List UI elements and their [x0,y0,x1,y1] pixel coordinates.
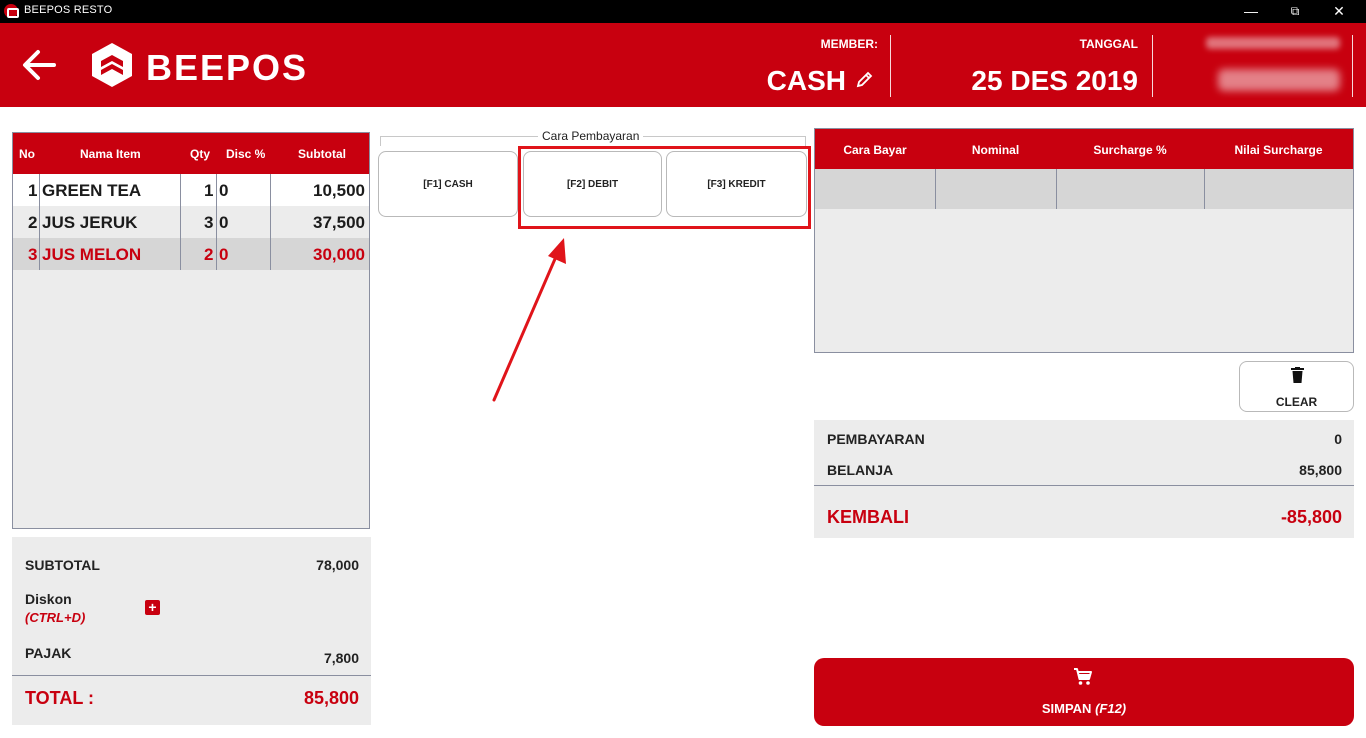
row-qty: 3 [204,213,214,232]
belanja-label: BELANJA [827,462,894,478]
column-divider [270,174,271,270]
row-no: 3 [28,245,38,264]
date-label: TANGGAL [1079,37,1138,51]
window-titlebar: BEEPOS RESTO — ⧉ ✕ [0,0,1366,23]
row-no: 1 [28,181,38,200]
pajak-value: 7,800 [323,650,359,666]
kembali-value: -85,800 [1280,507,1342,527]
column-divider [1056,169,1057,209]
column-divider [935,169,936,209]
annotation-highlight-box [518,146,811,229]
table-row[interactable]: 1 GREEN TEA 1 0 10,500 [13,174,369,206]
kembali-label: KEMBALI [827,507,909,527]
row-item: GREEN TEA [42,181,142,200]
column-divider [39,174,40,270]
beepos-logo-icon [92,43,132,87]
add-discount-button[interactable]: + [145,600,160,615]
row-item: JUS MELON [42,245,142,264]
brand-name: BEEPOS [146,47,309,88]
payment-summary: PEMBAYARAN 0 BELANJA 85,800 KEMBALI -85,… [814,420,1354,538]
row-disc: 0 [219,213,229,232]
diskon-label: Diskon [25,591,72,607]
payment-method-group-label: Cara Pembayaran [538,129,644,143]
total-label: TOTAL : [25,688,94,708]
user-name-blurred [1218,69,1340,91]
row-disc: 0 [219,245,229,264]
belanja-value: 85,800 [1299,462,1342,478]
row-subtotal: 37,500 [313,213,365,232]
window-title: BEEPOS RESTO [24,4,113,16]
save-button[interactable]: SIMPAN (F12) [814,658,1354,726]
cart-icon [1074,668,1092,685]
app-header: BEEPOS MEMBER: CASH TANGGAL 25 DES 2019 [0,23,1366,107]
payment-empty-row [815,169,1353,209]
order-items-table: No Nama Item Qty Disc % Subtotal 1 GREEN… [12,132,370,529]
payment-list-table: Cara Bayar Nominal Surcharge % Nilai Sur… [814,128,1354,353]
row-subtotal: 30,000 [313,245,365,264]
clear-button[interactable]: CLEAR [1239,361,1354,412]
pembayaran-label: PEMBAYARAN [827,431,925,447]
col-cara-bayar: Cara Bayar [843,143,907,157]
pembayaran-value: 0 [1334,431,1342,447]
col-surcharge-percent: Surcharge % [1093,143,1167,157]
row-item: JUS JERUK [42,213,138,232]
date-value: 25 DES 2019 [971,65,1138,96]
trash-icon [1291,367,1304,383]
header-divider [1352,35,1353,97]
column-divider [180,174,181,270]
payment-summary-divider [814,485,1354,486]
row-qty: 1 [204,181,214,200]
subtotal-label: SUBTOTAL [25,557,100,573]
col-disc: Disc % [226,147,266,161]
header-divider [1152,35,1153,97]
diskon-shortcut: (CTRL+D) [25,610,86,625]
row-subtotal: 10,500 [313,181,365,200]
user-info-blurred [1206,37,1340,49]
payment-table-header: Cara Bayar Nominal Surcharge % Nilai Sur… [815,129,1353,169]
maximize-button[interactable]: ⧉ [1272,0,1318,23]
order-table-header: No Nama Item Qty Disc % Subtotal [13,133,369,174]
table-row[interactable]: 2 JUS JERUK 3 0 37,500 [13,206,369,238]
pajak-label: PAJAK [25,645,72,661]
row-qty: 2 [204,245,214,264]
col-subtotal: Subtotal [298,147,346,161]
app-logo-icon [4,4,19,18]
pay-cash-button[interactable]: [F1] CASH [378,151,518,217]
clear-label: CLEAR [1275,395,1318,409]
col-no: No [19,147,35,161]
subtotal-value: 78,000 [316,557,359,573]
member-value: CASH [766,65,846,96]
order-summary: SUBTOTAL 78,000 Diskon (CTRL+D) + PAJAK … [12,537,371,725]
column-divider [216,174,217,270]
row-disc: 0 [219,181,229,200]
annotation-arrow [492,238,566,402]
table-row-selected[interactable]: 3 JUS MELON 2 0 30,000 [13,238,369,270]
column-divider [1204,169,1205,209]
header-divider [890,35,891,97]
row-no: 2 [28,213,38,232]
member-label: MEMBER: [820,37,878,51]
save-label: SIMPAN (F12) [814,701,1354,716]
col-nominal: Nominal [971,143,1020,157]
edit-pencil-icon[interactable] [855,69,875,89]
save-text: SIMPAN [1041,701,1092,716]
back-arrow-icon[interactable] [22,49,56,81]
minimize-button[interactable]: — [1228,0,1274,23]
summary-divider [12,675,371,676]
col-item-name: Nama Item [80,147,141,161]
col-nilai-surcharge: Nilai Surcharge [1234,143,1323,157]
close-button[interactable]: ✕ [1316,0,1362,23]
total-value: 85,800 [303,688,359,708]
col-qty: Qty [190,147,211,161]
save-shortcut: (F12) [1095,701,1127,716]
